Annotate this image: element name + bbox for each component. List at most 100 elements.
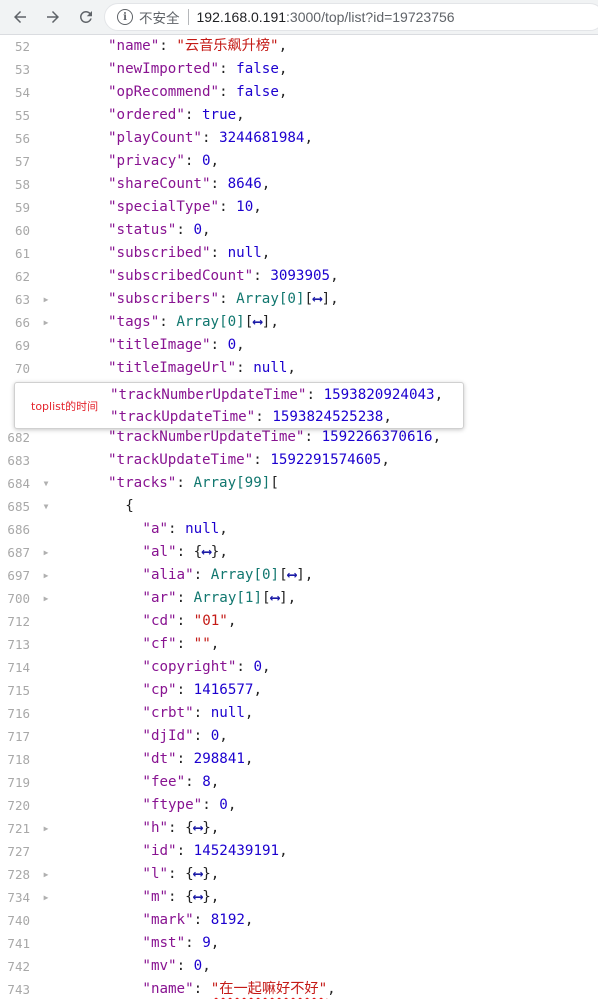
expand-toggle[interactable]: ⟷ — [194, 866, 203, 882]
forward-button[interactable] — [40, 4, 66, 30]
json-quote: " — [142, 820, 151, 836]
expand-toggle[interactable]: ⟷ — [271, 590, 280, 606]
json-line-content: "ar": Array[1][⟷], — [142, 587, 296, 610]
json-bracket: [ — [270, 475, 279, 491]
json-value: 8 — [202, 774, 211, 790]
json-line-content: "h": {⟷}, — [142, 817, 219, 840]
expand-arrow-icon[interactable]: ▶ — [40, 288, 52, 311]
reload-button[interactable] — [73, 4, 99, 30]
json-comma: , — [434, 387, 444, 403]
expand-arrow-icon[interactable]: ▶ — [40, 311, 52, 334]
json-quote: " — [108, 199, 117, 215]
json-comma: , — [227, 797, 237, 813]
json-quote: " — [176, 107, 185, 123]
code-line: 70 "titleImageUrl": null, — [0, 357, 598, 380]
expand-arrow-icon[interactable]: ▶ — [40, 587, 52, 610]
line-number: 700 — [7, 591, 30, 606]
json-comma: , — [210, 820, 220, 836]
json-value: "" — [193, 636, 211, 652]
code-line: 741 "mst": 9, — [0, 932, 598, 955]
line-number: 61 — [14, 246, 30, 261]
json-key: opRecommend — [116, 84, 211, 100]
collapse-arrow-icon[interactable]: ▼ — [40, 472, 52, 495]
expand-toggle[interactable]: ⟷ — [194, 889, 203, 905]
json-line-content: "titleImageUrl": null, — [108, 357, 296, 380]
json-colon: : — [168, 866, 186, 882]
expand-arrow-icon[interactable]: ▶ — [40, 863, 52, 886]
reload-icon — [79, 10, 92, 23]
json-quote: " — [108, 176, 117, 192]
json-quote: " — [176, 153, 185, 169]
line-number: 687 — [7, 545, 30, 560]
expand-toggle[interactable]: ⟷ — [253, 314, 262, 330]
code-line: 63 ▶ "subscribers": Array[0][⟷], — [0, 288, 598, 311]
code-line: 66 ▶ "tags": Array[0][⟷], — [0, 311, 598, 334]
line-number: 60 — [14, 223, 30, 238]
expand-toggle[interactable]: ⟷ — [194, 820, 203, 836]
json-key: djId — [150, 728, 186, 744]
json-value: null — [210, 705, 245, 721]
json-quote: " — [193, 797, 203, 813]
code-line: 55 "ordered": true, — [0, 104, 598, 127]
json-colon: : — [210, 176, 228, 192]
json-value: 0 — [210, 728, 220, 744]
json-quote: " — [168, 636, 177, 652]
json-line-content: "trackNumberUpdateTime": 1593820924043, — [110, 384, 443, 407]
line-number: 740 — [7, 913, 30, 928]
json-colon: : — [176, 544, 194, 560]
json-line-content: "playCount": 3244681984, — [108, 127, 313, 150]
code-line: 54 "opRecommend": false, — [0, 81, 598, 104]
json-quote: " — [142, 935, 151, 951]
json-colon: : — [159, 38, 177, 54]
json-comma: , — [201, 222, 211, 238]
json-value: 298841 — [193, 751, 245, 767]
expand-arrow-icon[interactable]: ▶ — [40, 886, 52, 909]
json-quote: " — [142, 590, 151, 606]
json-line-content: "a": null, — [142, 518, 227, 541]
code-line: 717 "djId": 0, — [0, 725, 598, 748]
json-quote: " — [142, 636, 151, 652]
line-number: 54 — [14, 85, 30, 100]
json-quote: " — [201, 176, 211, 192]
back-button[interactable] — [7, 4, 33, 30]
json-quote: " — [108, 314, 117, 330]
json-brace: } — [202, 820, 211, 836]
json-brace: { — [125, 498, 134, 514]
json-quote: " — [142, 889, 151, 905]
json-quote: " — [150, 38, 160, 54]
code-line: 700 ▶ "ar": Array[1][⟷], — [0, 587, 598, 610]
json-bracket: ] — [321, 291, 331, 307]
json-comma: , — [261, 176, 271, 192]
expand-arrow-icon[interactable]: ▶ — [40, 541, 52, 564]
code-line: 684 ▼ "tracks": Array[99][ — [0, 472, 598, 495]
line-number: 63 — [14, 292, 30, 307]
expand-toggle[interactable]: ⟷ — [313, 291, 322, 307]
info-icon[interactable]: i — [117, 9, 133, 25]
json-quote: " — [168, 590, 177, 606]
expand-toggle[interactable]: ⟷ — [202, 544, 211, 560]
code-line: 57 "privacy": 0, — [0, 150, 598, 173]
line-number: 685 — [7, 499, 30, 514]
json-comma: , — [304, 567, 314, 583]
json-quote: " — [185, 705, 194, 721]
line-number: 70 — [14, 361, 30, 376]
line-number: 717 — [7, 729, 30, 744]
line-number: 742 — [7, 959, 30, 974]
json-quote: " — [159, 866, 169, 882]
expand-arrow-icon[interactable]: ▶ — [40, 817, 52, 840]
json-colon: : — [185, 935, 203, 951]
json-colon: : — [236, 360, 254, 376]
expand-arrow-icon[interactable]: ▶ — [40, 564, 52, 587]
json-line-content: "al": {⟷}, — [142, 541, 227, 564]
line-number: 684 — [7, 476, 30, 491]
address-bar[interactable]: i 不安全 192.168.0.191:3000/top/list?id=197… — [104, 3, 598, 31]
collapse-arrow-icon[interactable]: ▼ — [40, 495, 52, 518]
json-line-content: "cd": "01", — [142, 610, 236, 633]
line-number: 53 — [14, 62, 30, 77]
expand-toggle[interactable]: ⟷ — [288, 567, 297, 583]
line-number: 59 — [14, 200, 30, 215]
json-quote: " — [210, 291, 220, 307]
json-quote: " — [176, 935, 186, 951]
json-quote: " — [142, 843, 151, 859]
security-label[interactable]: 不安全 — [139, 7, 180, 27]
